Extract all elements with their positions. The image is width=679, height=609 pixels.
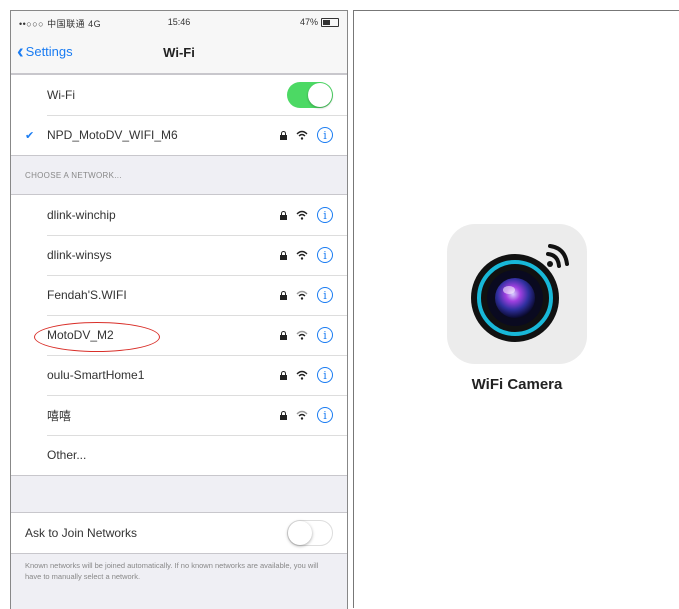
lock-icon [280, 290, 287, 300]
wifi-signal-icon [296, 290, 308, 300]
network-name: Fendah'S.WIFI [47, 288, 127, 302]
divider-vertical [353, 10, 354, 608]
connected-network-row[interactable]: ✔ NPD_MotoDV_WIFI_M6 i [11, 115, 347, 155]
network-status-icons: i [280, 127, 333, 143]
status-time: 15:46 [167, 17, 191, 27]
wifi-toggle-label: Wi-Fi [47, 88, 75, 102]
ios-wifi-settings-screen: ••○○○ 中国联通 4G 15:46 47% ‹ Settings Wi-Fi… [10, 10, 348, 609]
network-list: dlink-winchip i dlink-winsys i Fendah'S.… [11, 194, 347, 476]
info-icon[interactable]: i [317, 247, 333, 263]
camera-lens-icon[interactable] [447, 224, 587, 364]
wifi-toggle-switch[interactable] [287, 82, 333, 108]
network-status-icons: i [280, 247, 333, 263]
lock-icon [280, 130, 287, 140]
status-right: 47% [300, 17, 339, 27]
network-status-icons: i [280, 327, 333, 343]
network-status-icons: i [280, 207, 333, 223]
wifi-signal-icon [296, 370, 308, 380]
network-row-fendah-wifi[interactable]: Fendah'S.WIFI i [11, 275, 347, 315]
wifi-signal-icon [296, 130, 308, 140]
info-icon[interactable]: i [317, 327, 333, 343]
info-icon[interactable]: i [317, 367, 333, 383]
wifi-signal-icon [296, 250, 308, 260]
network-row-dlink-winsys[interactable]: dlink-winsys i [11, 235, 347, 275]
network-status-icons: i [280, 287, 333, 303]
network-row-motodv-m2[interactable]: MotoDV_M2 i [11, 315, 347, 355]
navigation-bar: ‹ Settings Wi-Fi [11, 33, 347, 74]
network-name: dlink-winchip [47, 208, 116, 222]
wifi-group: Wi-Fi ✔ NPD_MotoDV_WIFI_M6 i [11, 74, 347, 156]
ask-to-join-label: Ask to Join Networks [25, 526, 138, 540]
network-row-oulu-smarthome[interactable]: oulu-SmartHome1 i [11, 355, 347, 395]
footer-note: Known networks will be joined automatica… [25, 561, 319, 581]
network-status-icons: i [280, 407, 333, 423]
page-title: Wi-Fi [163, 45, 195, 60]
wifi-signal-icon [296, 210, 308, 220]
lock-icon [280, 210, 287, 220]
lock-icon [280, 250, 287, 260]
info-icon[interactable]: i [317, 287, 333, 303]
battery-percent: 47% [299, 17, 318, 27]
network-name: 嘻嘻 [47, 408, 72, 423]
ask-to-join-row: Ask to Join Networks [11, 513, 347, 553]
info-icon[interactable]: i [317, 207, 333, 223]
info-icon[interactable]: i [317, 407, 333, 423]
app-name: WiFi Camera [471, 376, 563, 393]
lock-icon [280, 370, 287, 380]
divider-top [354, 10, 679, 11]
network-name: MotoDV_M2 [47, 328, 114, 342]
info-icon[interactable]: i [317, 127, 333, 143]
wifi-toggle-row: Wi-Fi [11, 75, 347, 115]
network-row-dlink-winchip[interactable]: dlink-winchip i [11, 195, 347, 235]
wifi-signal-icon [296, 410, 308, 420]
section-header: CHOOSE A NETWORK... [25, 171, 122, 180]
network-row-other[interactable]: Other... [11, 435, 347, 475]
connected-network-name: NPD_MotoDV_WIFI_M6 [47, 128, 178, 142]
lock-icon [280, 410, 287, 420]
network-name: oulu-SmartHome1 [47, 368, 145, 382]
ask-join-group: Ask to Join Networks [11, 512, 347, 554]
status-bar: ••○○○ 中国联通 4G 15:46 47% [11, 11, 347, 33]
app-launcher[interactable]: WiFi Camera [447, 224, 587, 393]
lock-icon [280, 330, 287, 340]
wifi-signal-icon [296, 330, 308, 340]
other-label: Other... [47, 448, 87, 462]
network-name: dlink-winsys [47, 248, 112, 262]
battery-icon [321, 17, 339, 27]
checkmark-icon: ✔ [25, 129, 35, 142]
network-row-xixi[interactable]: 嘻嘻 i [11, 395, 347, 435]
ask-to-join-switch[interactable] [287, 520, 333, 546]
network-status-icons: i [280, 367, 333, 383]
